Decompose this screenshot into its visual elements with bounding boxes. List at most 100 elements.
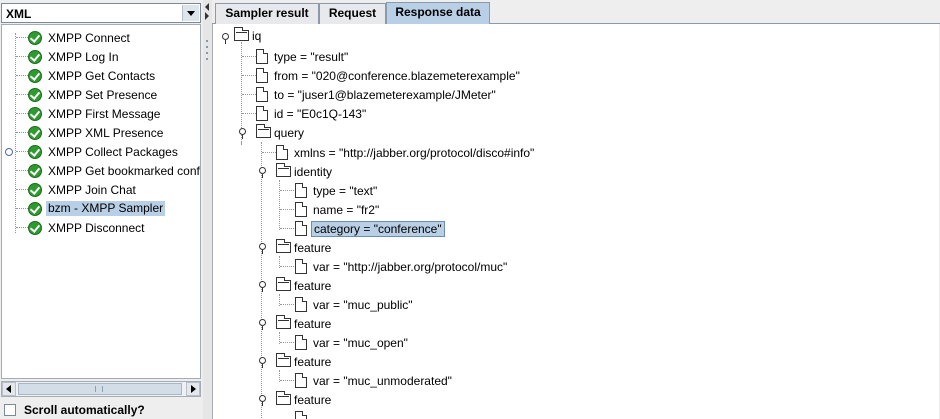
tab-sampler-result[interactable]: Sampler result xyxy=(215,3,319,24)
collapse-handle-icon[interactable] xyxy=(259,243,266,254)
node-label: query xyxy=(274,126,305,140)
tree-item[interactable]: XMPP Collect Packages xyxy=(2,142,200,161)
tree-item-label: XMPP First Message xyxy=(48,107,161,121)
scroll-right-arrow-icon[interactable] xyxy=(186,382,200,396)
checkbox-box[interactable] xyxy=(4,404,16,416)
horizontal-scrollbar[interactable] xyxy=(1,381,201,397)
file-icon xyxy=(295,335,307,350)
tree-item[interactable]: XMPP Set Presence xyxy=(2,85,200,104)
node-label: name = "fr2" xyxy=(313,203,380,217)
collapse-left-arrow-icon[interactable] xyxy=(205,3,209,11)
tab-bar: Sampler result Request Response data xyxy=(212,0,940,25)
pass-shield-icon xyxy=(28,31,42,45)
file-icon xyxy=(295,373,307,388)
tree-item-label: XMPP Disconnect xyxy=(48,221,145,235)
folder-icon xyxy=(276,391,291,405)
expand-handle-icon[interactable] xyxy=(5,148,13,156)
tree-item[interactable]: XMPP Get bookmarked confe xyxy=(2,161,201,180)
tree-item[interactable]: XMPP Connect xyxy=(2,28,200,47)
tree-item-label: XMPP Get Contacts xyxy=(48,69,156,83)
collapse-handle-icon[interactable] xyxy=(259,281,266,292)
response-xml-tree[interactable]: iq type = "result" from = "020@conferenc… xyxy=(212,24,939,419)
tab-label: Request xyxy=(328,6,377,20)
collapse-handle-icon[interactable] xyxy=(222,33,229,44)
file-icon xyxy=(256,87,268,102)
node-label: feature xyxy=(294,317,332,331)
pass-shield-icon xyxy=(28,126,42,140)
scroll-left-arrow-icon[interactable] xyxy=(2,382,16,396)
tree-item-label: XMPP XML Presence xyxy=(48,126,164,140)
folder-icon xyxy=(276,239,291,253)
node-label: to = "juser1@blazemeterexample/JMeter" xyxy=(274,88,496,102)
pass-shield-icon xyxy=(28,164,42,178)
pass-shield-icon xyxy=(28,107,42,121)
node-label: var = "muc_unmoderated" xyxy=(313,374,452,388)
file-icon xyxy=(295,221,307,236)
node-label: type = "text" xyxy=(313,184,378,198)
tree-item-label: XMPP Connect xyxy=(48,31,130,45)
checkbox-label: Scroll automatically? xyxy=(24,403,145,417)
tree-item[interactable]: XMPP Get Contacts xyxy=(2,66,200,85)
result-renderer-select-value: XML xyxy=(6,7,32,21)
file-icon xyxy=(295,202,307,217)
result-renderer-select[interactable]: XML xyxy=(1,3,201,23)
tree-item-label: XMPP Collect Packages xyxy=(48,145,178,159)
collapse-right-arrow-icon[interactable] xyxy=(205,12,209,20)
folder-icon xyxy=(276,277,291,291)
tab-response-data[interactable]: Response data xyxy=(386,2,490,25)
node-label: feature xyxy=(294,241,332,255)
pass-shield-icon xyxy=(28,50,42,64)
node-label: type = "result" xyxy=(274,50,349,64)
collapse-handle-icon[interactable] xyxy=(259,357,266,368)
file-icon xyxy=(295,411,307,419)
node-label: iq xyxy=(252,29,262,43)
node-label: xmlns = "http://jabber.org/protocol/disc… xyxy=(294,146,535,160)
collapse-handle-icon[interactable] xyxy=(259,395,266,406)
tree-item[interactable]: XMPP Disconnect xyxy=(2,218,200,237)
scrollbar-thumb[interactable] xyxy=(18,383,182,395)
tree-item-selected[interactable]: bzm - XMPP Sampler xyxy=(2,199,200,218)
file-icon xyxy=(276,145,288,160)
tree-item-label: XMPP Log In xyxy=(48,50,119,64)
node-label: identity xyxy=(294,165,333,179)
chevron-down-icon[interactable] xyxy=(182,5,199,21)
file-icon xyxy=(256,106,268,121)
right-panel: Sampler result Request Response data iq … xyxy=(212,0,940,419)
pass-shield-icon xyxy=(28,221,42,235)
node-label: id = "E0c1Q-143" xyxy=(274,107,367,121)
collapse-handle-icon[interactable] xyxy=(259,319,266,330)
pass-shield-icon xyxy=(28,202,42,216)
tree-item[interactable]: XMPP Log In xyxy=(2,47,200,66)
node-label: var = "http://jabber.org/protocol/muc" xyxy=(313,260,508,274)
tree-item-label: XMPP Set Presence xyxy=(48,88,158,102)
node-label: feature xyxy=(294,355,332,369)
tab-request[interactable]: Request xyxy=(319,3,386,24)
sample-results-tree[interactable]: XMPP Connect XMPP Log In XMPP Get Contac… xyxy=(1,24,201,379)
tree-item-label: XMPP Get bookmarked confe xyxy=(48,164,201,178)
folder-icon xyxy=(256,124,271,138)
pass-shield-icon xyxy=(28,183,42,197)
node-label: feature xyxy=(294,279,332,293)
tree-item-label: XMPP Join Chat xyxy=(48,183,136,197)
tree-item-label: bzm - XMPP Sampler xyxy=(46,201,166,216)
collapse-handle-icon[interactable] xyxy=(259,167,266,178)
folder-icon xyxy=(234,27,249,41)
tab-label: Sampler result xyxy=(225,6,309,20)
node-label: feature xyxy=(294,393,332,407)
file-icon xyxy=(295,297,307,312)
split-pane-divider[interactable] xyxy=(203,0,212,419)
node-label: var = "muc_public" xyxy=(313,298,413,312)
pass-shield-icon xyxy=(28,145,42,159)
folder-icon xyxy=(276,353,291,367)
file-icon xyxy=(256,68,268,83)
tree-item[interactable]: XMPP First Message xyxy=(2,104,200,123)
tree-item[interactable]: XMPP Join Chat xyxy=(2,180,200,199)
collapse-handle-icon[interactable] xyxy=(239,128,246,139)
file-icon xyxy=(295,183,307,198)
tree-item[interactable]: XMPP XML Presence xyxy=(2,123,200,142)
file-icon xyxy=(256,49,268,64)
tab-label: Response data xyxy=(395,5,481,19)
folder-icon xyxy=(276,163,291,177)
node-label: from = "020@conference.blazemeterexample… xyxy=(274,69,520,83)
node-label: var = "muc_open" xyxy=(313,336,408,350)
